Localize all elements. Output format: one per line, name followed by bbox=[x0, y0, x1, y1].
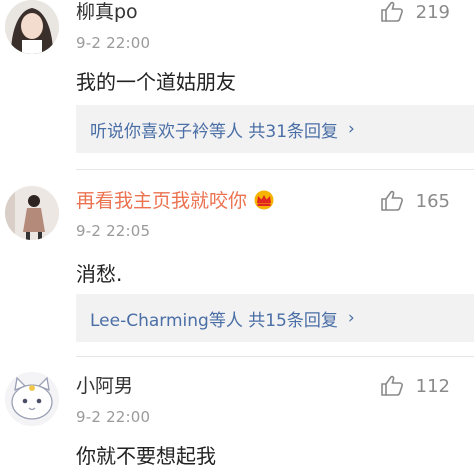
chevron-right-icon: › bbox=[347, 308, 355, 328]
comment-item: 小阿男 112 9-2 22:00 你就不要想起我 bbox=[0, 370, 474, 476]
username[interactable]: 小阿男 bbox=[76, 374, 133, 398]
timestamp: 9-2 22:05 bbox=[76, 222, 151, 240]
crown-vip-badge-icon bbox=[253, 190, 275, 216]
like-button[interactable]: 219 bbox=[380, 0, 450, 24]
thumbs-up-icon bbox=[380, 374, 404, 398]
avatar[interactable] bbox=[5, 372, 59, 426]
comment-text: 我的一个道姑朋友 bbox=[76, 70, 236, 94]
replies-summary: Lee-Charming等人 共15条回复 bbox=[90, 310, 338, 331]
replies-summary: 听说你喜欢子衿等人 共31条回复 bbox=[90, 121, 339, 142]
like-count: 165 bbox=[415, 190, 450, 212]
replies-link[interactable]: 听说你喜欢子衿等人 共31条回复 › bbox=[76, 105, 474, 153]
like-count: 112 bbox=[415, 375, 450, 397]
divider bbox=[76, 356, 474, 357]
avatar[interactable] bbox=[5, 0, 59, 54]
username[interactable]: 柳真po bbox=[76, 0, 138, 24]
username[interactable]: 再看我主页我就咬你 bbox=[76, 189, 275, 216]
like-count: 219 bbox=[415, 1, 450, 23]
comment-item: 再看我主页我就咬你 165 9-2 22:05 消愁. Lee-Charming… bbox=[0, 180, 474, 357]
comment-text: 你就不要想起我 bbox=[76, 444, 216, 468]
username-text: 再看我主页我就咬你 bbox=[76, 190, 248, 212]
timestamp: 9-2 22:00 bbox=[76, 34, 151, 52]
avatar[interactable] bbox=[5, 186, 59, 240]
chevron-right-icon: › bbox=[348, 119, 355, 139]
thumbs-up-icon bbox=[380, 189, 404, 213]
comment-text: 消愁. bbox=[76, 262, 123, 286]
like-button[interactable]: 112 bbox=[380, 374, 450, 398]
thumbs-up-icon bbox=[380, 0, 404, 24]
like-button[interactable]: 165 bbox=[380, 189, 450, 213]
comment-item: 柳真po 219 9-2 22:00 我的一个道姑朋友 听说你喜欢子衿等人 共3… bbox=[0, 0, 474, 170]
replies-link[interactable]: Lee-Charming等人 共15条回复 › bbox=[76, 294, 474, 342]
timestamp: 9-2 22:00 bbox=[76, 408, 151, 426]
divider bbox=[76, 169, 474, 170]
